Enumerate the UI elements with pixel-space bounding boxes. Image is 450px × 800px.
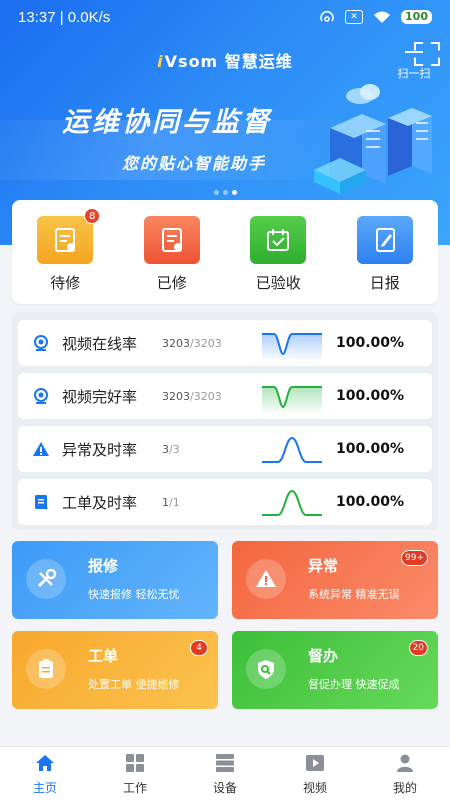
stat-row-video-health[interactable]: 视频完好率 3203/3203 100.00% (18, 373, 432, 419)
card-supervise[interactable]: 20 督办 督促办理 快速促成 (232, 631, 438, 709)
banner-subtitle: 您的贴心智能助手 (122, 154, 267, 173)
quick-action-accepted[interactable]: 已验收 (243, 216, 313, 304)
clipboard-icon (26, 649, 66, 689)
stat-percent: 100.00% (336, 335, 405, 351)
carousel-dot-active[interactable] (231, 190, 237, 195)
repaired-icon (143, 216, 200, 264)
tab-home[interactable]: 主页 (0, 747, 90, 800)
stat-percent: 100.00% (336, 441, 405, 457)
stat-row-workorder-timely[interactable]: 工单及时率 1/1 100.00% (18, 479, 432, 525)
camera-online-icon (34, 335, 48, 351)
card-desc: 系统异常 精准无误 (308, 588, 400, 601)
camera-health-icon (34, 388, 48, 404)
stats-panel: 视频在线率 3203/3203 100.00% 视频完好率 3203/3203 … (12, 312, 438, 530)
workorder-icon (35, 495, 48, 510)
stat-fraction: 3203/3203 (162, 389, 222, 403)
carousel-indicator[interactable] (0, 180, 450, 199)
pending-badge: 8 (84, 208, 101, 224)
stat-percent: 100.00% (336, 388, 405, 404)
quick-action-daily-report[interactable]: 日报 (350, 216, 420, 304)
supervise-icon (246, 649, 286, 689)
daily-report-icon (356, 216, 413, 264)
quick-action-label: 待修 (50, 274, 81, 292)
user-icon (397, 754, 413, 772)
tab-video[interactable]: 视频 (270, 747, 360, 800)
tab-mine[interactable]: 我的 (360, 747, 450, 800)
carousel-dot[interactable] (222, 190, 228, 195)
stat-name: 异常及时率 (62, 440, 138, 459)
battery-icon: 100 (401, 10, 432, 24)
status-bar: 13:37 | 0.0K/s ✕ 100 (0, 0, 450, 34)
carousel-dot[interactable] (213, 190, 219, 195)
sparkline-chart (262, 386, 322, 413)
tab-work[interactable]: 工作 (90, 747, 180, 800)
scan-icon (403, 42, 425, 62)
exception-badge: 99+ (401, 550, 428, 566)
quick-action-repaired[interactable]: 已修 (137, 216, 207, 304)
quick-action-label: 已验收 (255, 274, 301, 292)
scan-button[interactable]: 扫一扫 (392, 42, 436, 81)
bottom-tab-bar: 主页 工作 设备 视频 我的 (0, 746, 450, 800)
card-title: 报修 (88, 557, 119, 575)
sparkline-chart (262, 489, 322, 516)
tab-label: 设备 (212, 781, 237, 795)
stat-row-video-online[interactable]: 视频在线率 3203/3203 100.00% (18, 320, 432, 366)
card-repair[interactable]: 报修 快速报修 轻松无忧 (12, 541, 218, 619)
sparkline-chart (262, 333, 322, 360)
stat-fraction: 3203/3203 (162, 336, 222, 350)
warning-icon (246, 559, 286, 599)
video-icon (306, 755, 324, 771)
stat-row-alert-timely[interactable]: 异常及时率 3/3 100.00% (18, 426, 432, 472)
home-icon (36, 755, 54, 771)
sparkline-chart (262, 436, 322, 463)
quick-action-label: 日报 (369, 274, 400, 292)
supervise-badge: 20 (408, 640, 428, 656)
tab-label: 主页 (32, 781, 57, 795)
banner-title: 运维协同与监督 (62, 107, 272, 138)
quick-actions: 8 待修 已修 已验收 日报 (12, 200, 438, 304)
card-desc: 督促办理 快速促成 (308, 678, 400, 691)
card-desc: 处置工单 便捷维修 (88, 678, 180, 691)
app-brand: iVsom 智慧运维 (157, 52, 293, 71)
alert-icon (33, 442, 49, 456)
card-workorder[interactable]: 4 工单 处置工单 便捷维修 (12, 631, 218, 709)
quick-action-pending[interactable]: 8 待修 (30, 208, 101, 304)
stat-percent: 100.00% (336, 494, 405, 510)
wifi-icon (374, 11, 391, 23)
tab-device[interactable]: 设备 (180, 747, 270, 800)
hotspot-icon (320, 11, 334, 22)
sim-icon: ✕ (345, 10, 364, 24)
quick-action-label: 已修 (156, 274, 187, 292)
tab-label: 我的 (392, 781, 417, 795)
stat-fraction: 3/3 (162, 442, 180, 456)
card-desc: 快速报修 轻松无忧 (88, 588, 180, 601)
accepted-icon (250, 216, 307, 264)
workorder-badge: 4 (190, 640, 208, 656)
stat-name: 视频完好率 (62, 387, 138, 406)
status-time: 13:37 | 0.0K/s (18, 8, 111, 26)
card-exception[interactable]: 99+ 异常 系统异常 精准无误 (232, 541, 438, 619)
pending-repair-icon (37, 216, 94, 264)
tab-label: 工作 (122, 781, 147, 795)
stat-name: 视频在线率 (62, 334, 138, 353)
grid-icon (126, 754, 144, 772)
tab-label: 视频 (302, 781, 327, 795)
stat-name: 工单及时率 (62, 493, 138, 512)
wrench-icon (26, 559, 66, 599)
device-icon (216, 754, 234, 772)
stat-fraction: 1/1 (162, 495, 180, 509)
